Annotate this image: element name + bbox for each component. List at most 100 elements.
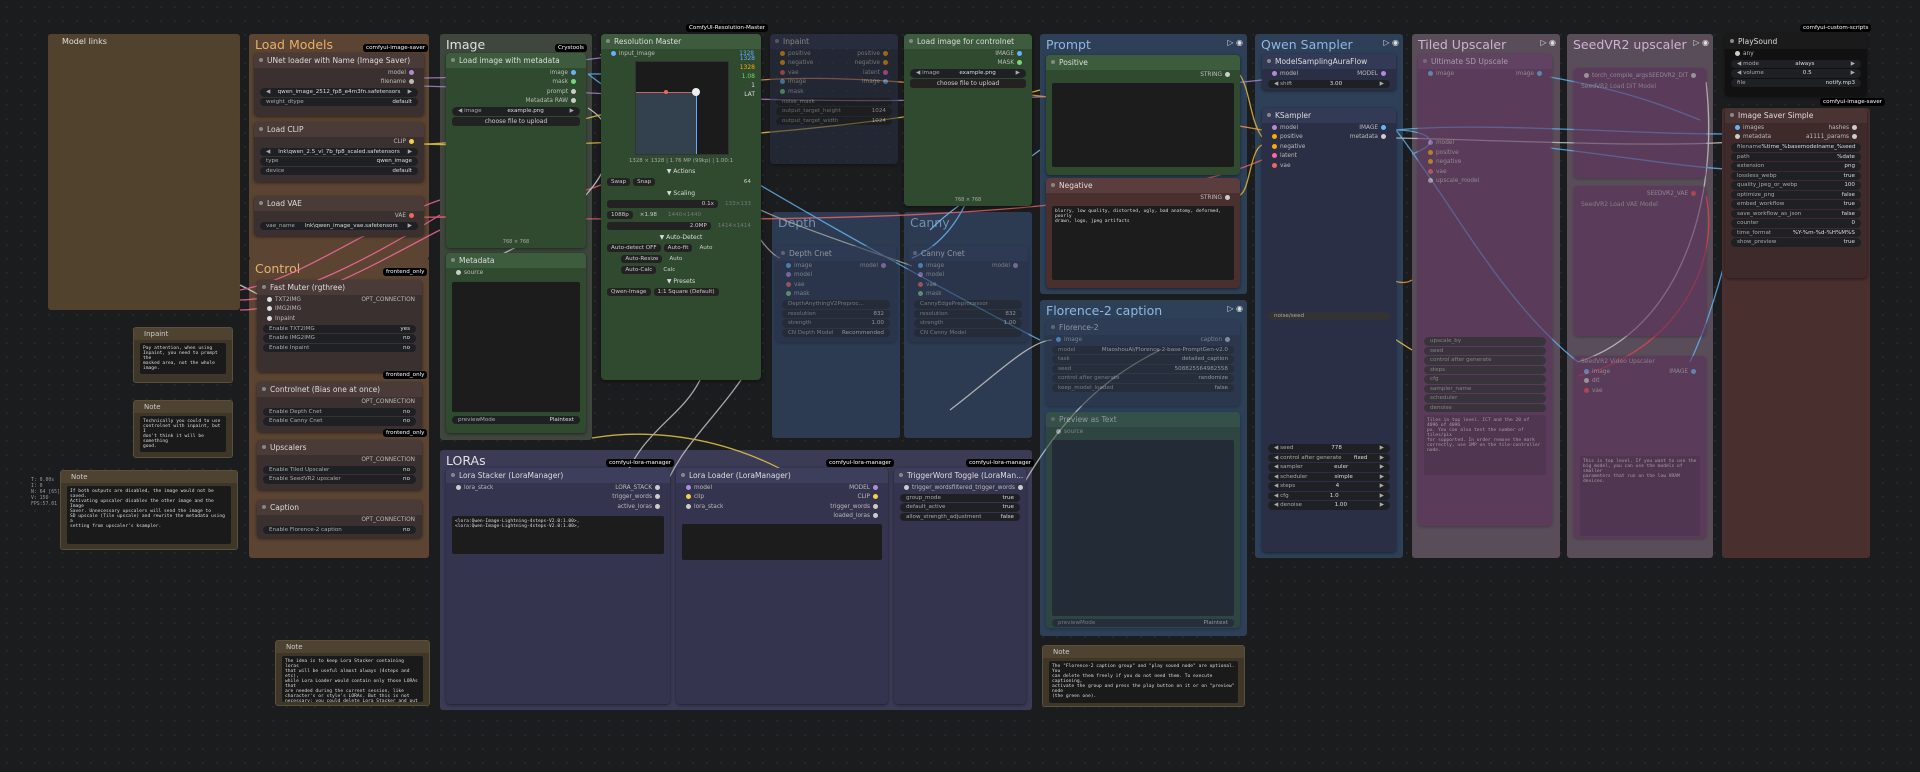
- depth-preprocessor-combo[interactable]: DepthAnythingV2Preproc...: [782, 300, 890, 309]
- trigger-word-toggle-node[interactable]: TriggerWord Toggle (LoraMan... trigger_w…: [894, 468, 1026, 704]
- tiled-control-combo[interactable]: control after generate: [1424, 356, 1546, 365]
- vae-name-combo[interactable]: vae_name lnk\qwen_image_vae.safetensors ▶: [260, 221, 418, 230]
- canny-preprocessor-combo[interactable]: CannyEdgePreprocessor: [914, 300, 1022, 309]
- seedvr-note-text[interactable]: This is top level. If you want to use th…: [1580, 455, 1700, 536]
- node-title[interactable]: Positive: [1046, 55, 1240, 70]
- clip-device-combo[interactable]: device default: [260, 166, 418, 175]
- florence-control-combo[interactable]: control after generate randomize: [1052, 374, 1234, 383]
- florence-note[interactable]: Note The "Florence-2 caption group" and …: [1042, 645, 1245, 707]
- saver-field[interactable]: embed_workflow true: [1731, 200, 1861, 209]
- node-title[interactable]: Load image for controlnet: [904, 34, 1032, 49]
- sound-file-field[interactable]: file notify.mp3: [1731, 78, 1861, 87]
- tiled-note-text[interactable]: Tiles in top level. ICT and the 20 of 40…: [1424, 415, 1546, 475]
- shift-field[interactable]: ◀ shift 3.00 ▶: [1268, 79, 1390, 88]
- node-title[interactable]: UNet loader with Name (Image Saver): [254, 53, 424, 68]
- canny-resolution-field[interactable]: resolution 832: [914, 309, 1022, 318]
- image-saver-simple-node[interactable]: Image Saver Simple images hashes metadata…: [1725, 108, 1867, 278]
- metadata-preview-area[interactable]: [452, 281, 580, 412]
- lora-loader-list[interactable]: [682, 524, 882, 560]
- group-model-links[interactable]: Model links: [48, 34, 240, 310]
- node-title[interactable]: Load CLIP: [254, 122, 424, 137]
- allow-strength-toggle[interactable]: allow_strength_adjustment false: [900, 512, 1020, 521]
- saver-field[interactable]: filename %time_%basemodelname_%seed: [1731, 143, 1861, 152]
- noise-mask-toggle[interactable]: noise_mask: [776, 97, 892, 106]
- negative-prompt-node[interactable]: Negative STRING blurry, low quality, dis…: [1046, 178, 1240, 288]
- model-sampling-auraflow-node[interactable]: ModelSamplingAuraFlow model MODEL ◀ shift…: [1262, 54, 1396, 90]
- load-clip-node[interactable]: Load CLIP CLIP ◀ lnk\qwen_2.5_vl_7b_fp8_s…: [254, 122, 424, 182]
- note-text[interactable]: Technically you could to use controlnet …: [140, 416, 226, 452]
- lora-note[interactable]: Note The idea is to keep Lora Stacker co…: [275, 640, 430, 706]
- load-vae-node[interactable]: Load VAE VAE vae_name lnk\qwen_image_vae.…: [254, 196, 424, 236]
- scheduler-combo[interactable]: ◀ scheduler simple ▶: [1268, 472, 1390, 481]
- florence-keep-loaded-toggle[interactable]: keep_model_loaded false: [1052, 383, 1234, 392]
- tiled-cfg-field[interactable]: cfg: [1424, 375, 1546, 384]
- sampler-combo[interactable]: ◀ sampler euler ▶: [1268, 463, 1390, 472]
- image-file-combo[interactable]: ◀ image example.png ▶: [452, 107, 580, 116]
- upscalers-muter-node[interactable]: Upscalers OPT_CONNECTION Enable Tiled Up…: [257, 440, 422, 490]
- steps-field[interactable]: ◀ steps 4 ▶: [1268, 482, 1390, 491]
- enable-canny-toggle[interactable]: Enable Canny Cnet no: [263, 417, 416, 426]
- node-title[interactable]: Image Saver Simple: [1725, 108, 1867, 123]
- node-title[interactable]: SeedVR2 Load DiT Model: [1574, 81, 1706, 92]
- upload-button[interactable]: choose file to upload: [910, 78, 1026, 88]
- node-title[interactable]: Depth Cnet: [776, 246, 896, 261]
- actions-header[interactable]: ▼ Actions: [601, 168, 761, 175]
- enable-img2img-toggle[interactable]: Enable IMG2IMG no: [263, 334, 416, 343]
- upscale-by-field[interactable]: upscale_by: [1424, 337, 1546, 346]
- saver-field[interactable]: path %date: [1731, 152, 1861, 161]
- node-title[interactable]: Caption: [257, 500, 422, 515]
- autocalc-button[interactable]: Auto-Calc: [621, 265, 657, 274]
- tiled-seed-field[interactable]: seed: [1424, 346, 1546, 355]
- load-image-metadata-node[interactable]: Load image with metadata image mask prom…: [446, 53, 586, 248]
- preview-text-area[interactable]: [1052, 439, 1234, 616]
- presets-header[interactable]: ▼ Presets: [601, 278, 761, 285]
- node-title[interactable]: Resolution Master: [601, 34, 761, 49]
- autodetect-toggle[interactable]: Auto-detect OFF: [607, 243, 661, 252]
- resolution-master-node[interactable]: Resolution Master input_image 1328 1328 13…: [601, 34, 761, 380]
- lora-stack-textarea[interactable]: <lora:Qwen-Image-Lightning-4steps-V2.0:1…: [452, 515, 664, 554]
- weight-dtype-combo[interactable]: weight_dtype default: [260, 97, 418, 106]
- canny-cnet-node[interactable]: Canny Cnet image model model vae mask Can…: [908, 246, 1028, 342]
- positive-prompt-node[interactable]: Positive STRING: [1046, 55, 1240, 175]
- saver-field[interactable]: quality_jpeg_or_webp 100: [1731, 181, 1861, 190]
- note-text[interactable]: The idea is to keep Lora Stacker contain…: [282, 656, 423, 702]
- node-title[interactable]: Fast Muter (rgthree): [257, 280, 422, 295]
- depth-cnet-node[interactable]: Depth Cnet image model model vae mask Dep…: [776, 246, 896, 342]
- sound-volume-field[interactable]: ◀ volume 0.5 ▶: [1731, 69, 1861, 78]
- unet-name-combo[interactable]: ◀ qwen_image_2512_fp8_e4m3fn.safetensors ▶: [260, 88, 418, 97]
- ultimate-sd-upscale-node[interactable]: Ultimate SD Upscale image image model pos…: [1418, 54, 1552, 526]
- snap-button[interactable]: Snap: [633, 177, 656, 186]
- preset-combo[interactable]: 1:1 Square (Default): [653, 287, 719, 296]
- saver-field[interactable]: optimize_png false: [1731, 190, 1861, 199]
- node-title[interactable]: Inpaint: [770, 34, 898, 49]
- node-title[interactable]: Negative: [1046, 178, 1240, 193]
- control-after-generate-combo[interactable]: ◀ control after generate fixed ▶: [1268, 453, 1390, 462]
- save-note[interactable]: Note If both outputs are disabled, the i…: [60, 470, 238, 550]
- ksampler-node[interactable]: KSampler model IMAGE positive metadata neg…: [1262, 108, 1396, 552]
- inpaint-node[interactable]: Inpaint positive positive negative negativ…: [770, 34, 898, 164]
- cfg-field[interactable]: ◀ cfg 1.0 ▶: [1268, 491, 1390, 500]
- resize-handle-icon[interactable]: [692, 87, 700, 96]
- lora-loader-node[interactable]: Lora Loader (LoraManager) model MODEL cli…: [676, 468, 888, 704]
- noise-seed-widget[interactable]: noise/seed: [1268, 311, 1390, 320]
- group-mode-toggle[interactable]: group_mode true: [900, 493, 1020, 502]
- node-title[interactable]: Load VAE: [254, 196, 424, 211]
- group-controls-icon[interactable]: ▷ ◉: [1227, 304, 1243, 313]
- node-title[interactable]: Lora Stacker (LoraManager): [446, 468, 670, 483]
- seed-field[interactable]: ◀ seed 778 ▶: [1268, 444, 1390, 453]
- tiled-sampler-combo[interactable]: sampler_name: [1424, 384, 1546, 393]
- default-active-toggle[interactable]: default_active true: [900, 503, 1020, 512]
- preview-as-text-node[interactable]: Preview as Text source previewMode Plaint…: [1046, 412, 1240, 628]
- output-width-field[interactable]: output_target_width 1024: [776, 116, 892, 125]
- autoresize-button[interactable]: Auto-Resize: [621, 254, 663, 263]
- inpaint-note[interactable]: Inpaint Pay attention, when using Inpain…: [133, 327, 233, 383]
- saver-field[interactable]: time_format %Y-%m-%d-%H%M%S: [1731, 228, 1861, 237]
- fast-muter-node[interactable]: Fast Muter (rgthree) TXT2IMG OPT_CONNECTI…: [257, 280, 422, 372]
- tiled-denoise-field[interactable]: denoise: [1424, 403, 1546, 412]
- saver-field[interactable]: extension png: [1731, 162, 1861, 171]
- group-controls-icon[interactable]: ▷ ◉: [1227, 38, 1243, 47]
- node-title[interactable]: SeedVR2 Video Upscaler: [1574, 356, 1706, 367]
- node-title[interactable]: Controlnet (Bias one at once): [257, 382, 422, 397]
- node-title[interactable]: Upscalers: [257, 440, 422, 455]
- node-title[interactable]: Lora Loader (LoraManager): [676, 468, 888, 483]
